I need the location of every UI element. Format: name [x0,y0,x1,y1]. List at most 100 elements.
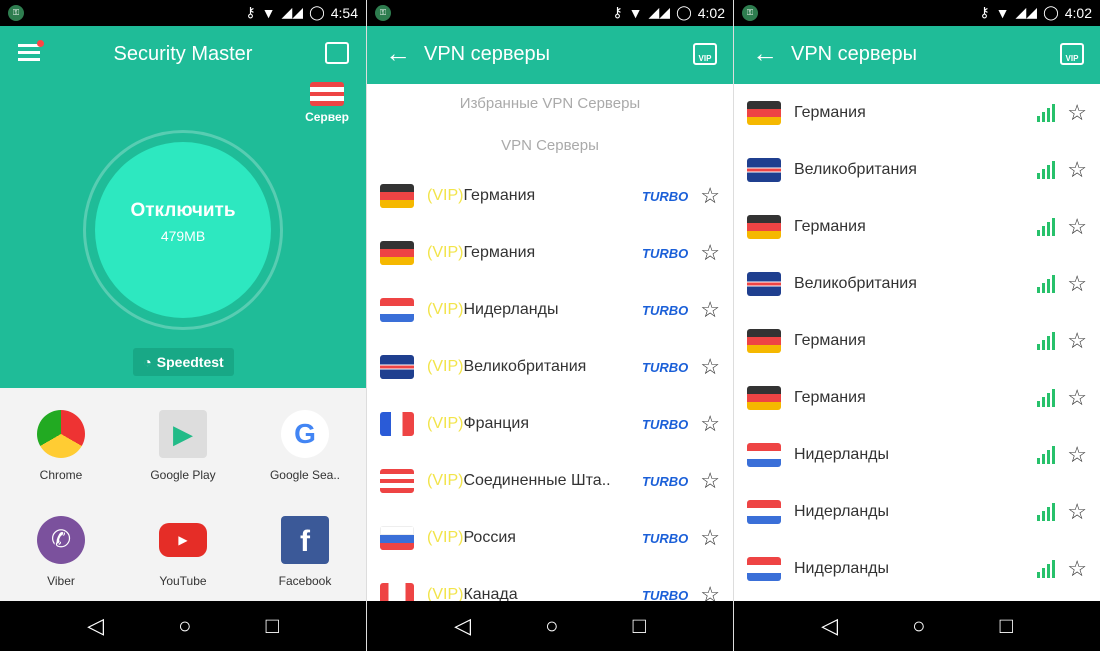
signal-strength-icon [1037,560,1056,578]
server-row[interactable]: Нидерланды ☆ [747,492,1087,532]
server-row[interactable]: (VIP)Германия TURBO ☆ [380,233,720,273]
signal-strength-icon [1037,161,1056,179]
app-google-play[interactable]: ▶ Google Play [123,410,243,482]
signal-icon: ◢◢ [1015,4,1038,20]
back-nav-icon[interactable]: ◁ [454,613,471,639]
signal-strength-icon [1037,503,1056,521]
vip-prefix: (VIP) [427,529,464,546]
battery-icon: ◯ [309,4,325,20]
server-name: (VIP)Нидерланды [427,301,642,319]
app-label: Facebook [278,574,332,588]
signal-strength-icon [1037,275,1056,293]
server-name: (VIP)Великобритания [427,358,642,376]
star-icon[interactable]: ☆ [700,411,720,437]
server-row[interactable]: Германия ☆ [747,378,1087,418]
vpn-key-notification-icon: ⚿ [375,5,391,21]
app-label: Viber [47,574,75,588]
app-viber[interactable]: ✆ Viber [1,516,121,588]
app-facebook[interactable]: f Facebook [245,516,365,588]
server-row[interactable]: Германия ☆ [747,207,1087,247]
de-flag-icon [747,329,781,353]
server-name: (VIP)Франция [427,415,642,433]
star-icon[interactable]: ☆ [700,297,720,323]
star-icon[interactable]: ☆ [1067,214,1087,240]
server-row[interactable]: (VIP)Россия TURBO ☆ [380,518,720,558]
home-nav-icon[interactable]: ○ [178,613,191,639]
turbo-badge: TURBO [642,359,689,375]
star-icon[interactable]: ☆ [700,240,720,266]
star-icon[interactable]: ☆ [1067,271,1087,297]
star-icon[interactable]: ☆ [1067,556,1087,582]
country-name: Франция [463,415,530,432]
star-icon[interactable]: ☆ [1067,442,1087,468]
recents-nav-icon[interactable]: □ [1000,613,1013,639]
recents-nav-icon[interactable]: □ [633,613,646,639]
signal-strength-icon [1037,104,1056,122]
app-google-search[interactable]: G Google Sea.. [245,410,365,482]
star-icon[interactable]: ☆ [700,354,720,380]
nl-flag-icon [747,557,781,581]
country-name: Россия [463,529,516,546]
vip-crown-icon[interactable]: VIP [693,43,717,65]
page-title: VPN серверы [791,43,917,65]
server-name: Нидерланды [794,560,889,577]
ru-flag-icon [380,526,414,550]
recents-nav-icon[interactable]: □ [266,613,279,639]
app-label: YouTube [159,574,207,588]
signal-strength-icon [1037,218,1056,236]
star-icon[interactable]: ☆ [700,183,720,209]
server-name: Германия [794,104,866,121]
server-row[interactable]: Великобритания ☆ [747,264,1087,304]
server-row[interactable]: Нидерланды ☆ [747,549,1087,589]
star-icon[interactable]: ☆ [700,525,720,551]
star-icon[interactable]: ☆ [1067,385,1087,411]
security-master-screen: ⚿ ⚷ ▼ ◢◢ ◯ 4:54 Security Master Сервер Отключ… [0,0,366,651]
server-row[interactable]: (VIP)Германия TURBO ☆ [380,176,720,216]
server-button[interactable]: Сервер [305,82,349,124]
server-row[interactable]: (VIP)Франция TURBO ☆ [380,404,720,444]
nav-bar: ◁ ○ □ [367,601,733,651]
star-icon[interactable]: ☆ [700,468,720,494]
server-row[interactable]: (VIP)Соединенные Шта.. TURBO ☆ [380,461,720,501]
disconnect-button[interactable]: Отключить 479MB [95,142,271,318]
server-row[interactable]: Нидерланды ☆ [747,435,1087,475]
de-flag-icon [747,101,781,125]
battery-icon: ◯ [676,4,692,20]
server-row[interactable]: Германия ☆ [747,321,1087,361]
star-icon[interactable]: ☆ [1067,328,1087,354]
vpn-key-icon: ⚷ [245,4,256,20]
vip-prefix: (VIP) [427,244,464,261]
star-icon[interactable]: ☆ [1067,100,1087,126]
speedtest-button[interactable]: ◔ Speedtest [133,348,234,376]
vpn-servers-free-screen: ⚿ ⚷ ▼ ◢◢ ◯ 4:02 ← VPN серверы VIP Германия ☆ Вели… [734,0,1100,651]
server-row[interactable]: (VIP)Великобритания TURBO ☆ [380,347,720,387]
app-youtube[interactable]: ▶ YouTube [123,516,243,588]
us-flag-icon [380,469,414,493]
star-icon[interactable]: ☆ [1067,157,1087,183]
back-nav-icon[interactable]: ◁ [821,613,838,639]
server-row[interactable]: Германия ☆ [747,93,1087,133]
back-arrow-icon[interactable]: ← [752,38,778,69]
vip-prefix: (VIP) [427,415,464,432]
viber-icon: ✆ [37,516,85,564]
home-nav-icon[interactable]: ○ [545,613,558,639]
turbo-badge: TURBO [642,473,689,489]
server-row[interactable]: (VIP)Нидерланды TURBO ☆ [380,290,720,330]
app-chrome[interactable]: Chrome [1,410,121,482]
fr-flag-icon [380,412,414,436]
star-icon[interactable]: ☆ [1067,499,1087,525]
vip-prefix: (VIP) [427,358,464,375]
country-name: Великобритания [463,358,587,375]
de-flag-icon [380,184,414,208]
back-arrow-icon[interactable]: ← [385,38,411,69]
home-nav-icon[interactable]: ○ [912,613,925,639]
server-row[interactable]: Великобритания ☆ [747,150,1087,190]
speedometer-icon: ◔ [143,354,152,370]
gift-icon[interactable] [325,42,349,64]
servers-heading: VPN Серверы [501,137,599,154]
status-bar: ⚿ ⚷ ▼ ◢◢ ◯ 4:02 [367,0,733,26]
vip-crown-icon[interactable]: VIP [1060,43,1084,65]
de-flag-icon [747,215,781,239]
signal-icon: ◢◢ [281,4,304,20]
back-nav-icon[interactable]: ◁ [87,613,104,639]
